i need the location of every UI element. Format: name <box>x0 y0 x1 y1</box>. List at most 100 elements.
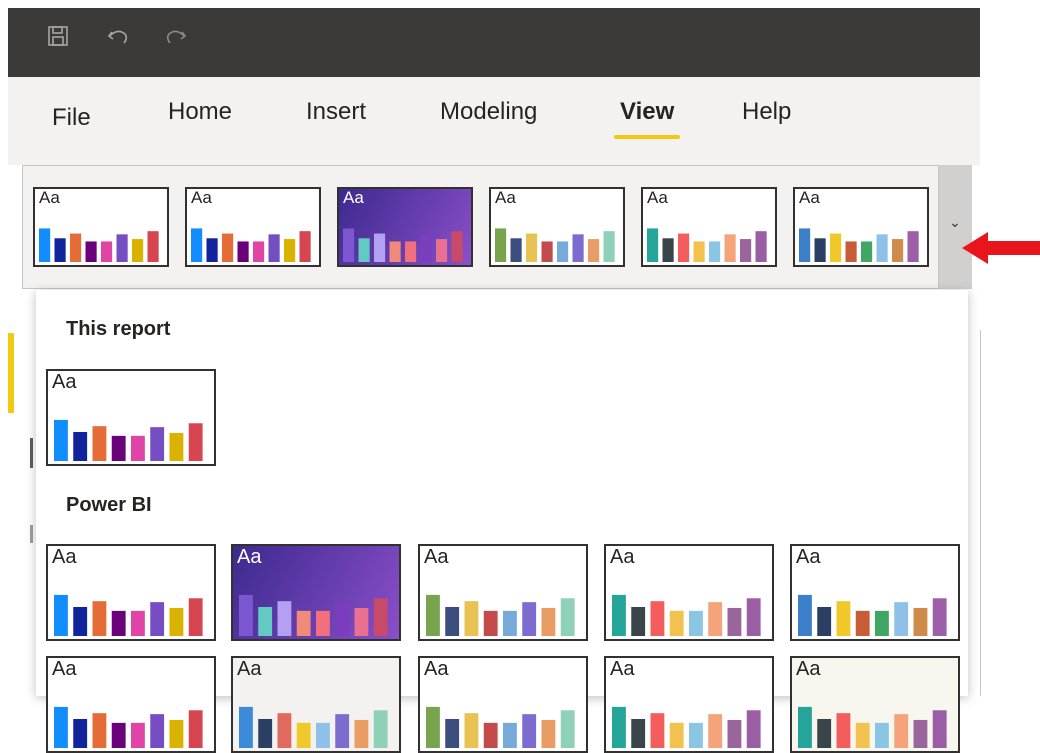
ribbon-theme-executive[interactable]: Aa <box>793 187 929 267</box>
theme-color-bar <box>239 594 253 636</box>
theme-color-bar <box>222 233 234 262</box>
powerbi-theme-default[interactable]: Aa <box>46 544 216 641</box>
tab-modeling[interactable]: Modeling <box>440 98 537 126</box>
this-report-theme-default[interactable]: Aa <box>46 369 216 466</box>
theme-color-bar <box>503 722 517 748</box>
theme-color-bar <box>855 722 870 748</box>
theme-color-bar <box>875 722 889 748</box>
theme-color-bar <box>669 722 684 748</box>
theme-sample-text: Aa <box>237 546 262 568</box>
powerbi-theme-row2-default[interactable]: Aa <box>46 656 216 753</box>
ribbon-theme-highrise[interactable]: Aa <box>641 187 777 267</box>
theme-sample-text: Aa <box>237 658 262 680</box>
theme-color-bar <box>746 598 761 636</box>
ribbon-theme-frontier[interactable]: Aa <box>489 187 625 267</box>
theme-color-bar <box>73 718 88 748</box>
theme-color-bar <box>913 607 928 636</box>
theme-color-bar <box>169 719 184 748</box>
tab-insert[interactable]: Insert <box>306 98 366 126</box>
theme-sample-text: Aa <box>796 658 821 680</box>
theme-color-bar <box>54 594 68 636</box>
theme-color-bar <box>277 713 292 748</box>
theme-color-bar <box>798 706 812 748</box>
theme-color-bar <box>855 610 870 636</box>
theme-color-bar <box>426 594 440 636</box>
theme-color-bar <box>709 241 721 262</box>
theme-color-bar <box>727 607 742 636</box>
theme-color-bar <box>495 228 507 262</box>
theme-color-bar <box>70 233 82 262</box>
theme-color-bar <box>405 241 417 262</box>
powerbi-theme-violet[interactable]: Aa <box>231 544 401 641</box>
theme-color-bar <box>284 239 296 262</box>
theme-color-bar <box>188 598 203 636</box>
ribbon-theme-default[interactable]: Aa <box>185 187 321 267</box>
theme-color-bar <box>147 231 159 262</box>
theme-color-bar <box>799 228 811 262</box>
powerbi-theme-frontier[interactable]: Aa <box>418 544 588 641</box>
theme-sample-text: Aa <box>424 546 449 568</box>
theme-color-bar <box>316 722 330 748</box>
theme-color-bar <box>830 233 842 262</box>
theme-sample-text: Aa <box>52 546 77 568</box>
theme-color-bar <box>650 713 665 748</box>
theme-color-bar <box>116 234 128 262</box>
theme-color-bar <box>464 601 479 636</box>
theme-sample-text: Aa <box>39 188 60 207</box>
theme-color-bar <box>817 718 832 748</box>
powerbi-theme-row2-highrise[interactable]: Aa <box>604 656 774 753</box>
theme-color-bar <box>374 233 386 262</box>
theme-color-bar <box>894 602 909 636</box>
powerbi-theme-row2-sunset[interactable]: Aa <box>790 656 960 753</box>
tab-home[interactable]: Home <box>168 98 232 126</box>
theme-color-bar <box>373 598 388 636</box>
ribbon-theme-default[interactable]: Aa <box>33 187 169 267</box>
theme-color-bar <box>693 241 705 262</box>
theme-color-bar <box>572 234 584 262</box>
save-icon[interactable] <box>44 24 72 52</box>
theme-color-bar <box>92 601 107 636</box>
tab-file[interactable]: File <box>52 104 91 132</box>
redo-icon[interactable] <box>162 24 190 52</box>
theme-color-bar <box>451 231 463 262</box>
theme-color-bar <box>299 231 311 262</box>
theme-color-bar <box>560 710 575 748</box>
powerbi-theme-row2-frontier[interactable]: Aa <box>418 656 588 753</box>
theme-color-bar <box>131 435 145 461</box>
theme-color-bar <box>669 610 684 636</box>
theme-sample-text: Aa <box>52 371 77 393</box>
pane-divider <box>980 330 981 696</box>
theme-color-bar <box>875 610 889 636</box>
theme-color-bar <box>131 610 145 636</box>
theme-color-bar <box>798 594 812 636</box>
theme-color-bar <box>150 427 165 461</box>
ribbon-theme-violet[interactable]: Aa <box>337 187 473 267</box>
chevron-down-icon: ⌄ <box>949 215 961 231</box>
theme-color-bar <box>150 714 165 748</box>
theme-color-bar <box>191 228 203 262</box>
theme-color-bar <box>73 606 88 636</box>
theme-color-bar <box>373 710 388 748</box>
theme-color-bar <box>296 610 311 636</box>
left-pane-marker <box>30 438 33 468</box>
theme-color-bar <box>483 610 498 636</box>
theme-color-bar <box>894 714 909 748</box>
powerbi-theme-row2-tidal[interactable]: Aa <box>231 656 401 753</box>
theme-color-bar <box>111 722 126 748</box>
theme-color-bar <box>647 228 659 262</box>
tab-help[interactable]: Help <box>742 98 791 126</box>
theme-color-bar <box>131 722 145 748</box>
theme-color-bar <box>436 239 448 262</box>
theme-color-bar <box>612 706 626 748</box>
theme-color-bar <box>724 234 736 262</box>
tab-view[interactable]: View <box>620 98 674 126</box>
powerbi-theme-executive[interactable]: Aa <box>790 544 960 641</box>
theme-color-bar <box>464 713 479 748</box>
theme-color-bar <box>39 228 51 262</box>
theme-color-bar <box>358 238 370 262</box>
powerbi-theme-highrise[interactable]: Aa <box>604 544 774 641</box>
title-bar <box>8 8 980 77</box>
gallery-expand-button[interactable]: ⌄ <box>938 165 972 289</box>
theme-color-bar <box>258 718 273 748</box>
undo-icon[interactable] <box>104 24 132 52</box>
